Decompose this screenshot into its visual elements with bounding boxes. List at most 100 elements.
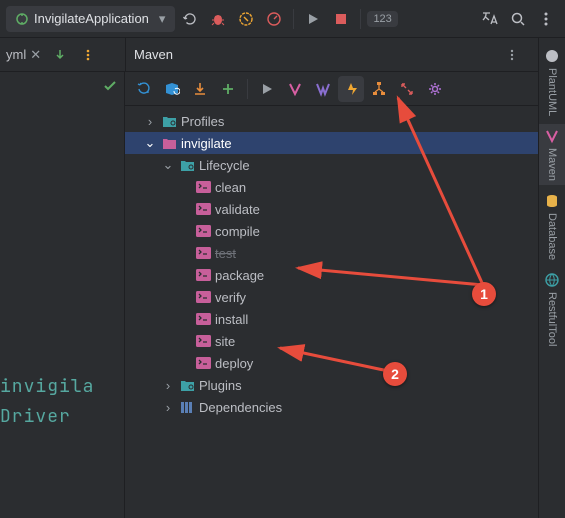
rail-plantuml[interactable]: PlantUML xyxy=(539,44,565,120)
folder-gear-icon xyxy=(179,157,195,173)
right-tool-rail: PlantUML Maven Database RestfulTool xyxy=(538,38,565,518)
run-config-selector[interactable]: InvigilateApplication ▾ xyxy=(6,6,175,32)
tree-label: Plugins xyxy=(199,378,242,393)
run-maven-icon[interactable] xyxy=(254,76,280,102)
rail-database[interactable]: Database xyxy=(539,189,565,264)
editor-text: invigila Driver xyxy=(0,372,94,432)
close-icon[interactable]: ✕ xyxy=(30,47,41,63)
lifecycle-site[interactable]: site xyxy=(125,330,565,352)
rail-label: PlantUML xyxy=(546,68,558,116)
maven-icon xyxy=(544,128,560,144)
chevron-down-icon: ▾ xyxy=(159,11,166,27)
separator xyxy=(360,9,361,29)
tree-node-plugins[interactable]: › Plugins xyxy=(125,374,565,396)
tree-label: test xyxy=(215,246,236,261)
tree-node-lifecycle[interactable]: ⌄ Lifecycle xyxy=(125,154,565,176)
lifecycle-test[interactable]: test xyxy=(125,242,565,264)
collapse-all-icon[interactable] xyxy=(394,76,420,102)
lifecycle-compile[interactable]: compile xyxy=(125,220,565,242)
run-config-name: InvigilateApplication xyxy=(34,11,149,26)
secondary-bar: yml ✕ Maven xyxy=(0,38,565,72)
chevron-right-icon: › xyxy=(161,400,175,415)
main-area: invigila Driver › Profiles ⌄ xyxy=(0,72,565,518)
more-menu-icon[interactable] xyxy=(533,6,559,32)
top-toolbar: InvigilateApplication ▾ 123 xyxy=(0,0,565,38)
run-button[interactable] xyxy=(300,6,326,32)
rail-restful[interactable]: RestfulTool xyxy=(539,268,565,350)
maven-toolbar xyxy=(125,72,565,106)
terminal-icon xyxy=(195,289,211,305)
separator xyxy=(293,9,294,29)
skip-tests-button[interactable] xyxy=(338,76,364,102)
settings-icon[interactable] xyxy=(422,76,448,102)
add-icon[interactable] xyxy=(215,76,241,102)
maven-tree: › Profiles ⌄ invigilate ⌄ Lifecycle clea… xyxy=(125,106,565,422)
folder-icon xyxy=(161,135,177,151)
terminal-icon xyxy=(195,333,211,349)
tree-label: package xyxy=(215,268,264,283)
lifecycle-install[interactable]: install xyxy=(125,308,565,330)
lifecycle-deploy[interactable]: deploy xyxy=(125,352,565,374)
chevron-down-icon: ⌄ xyxy=(161,157,175,173)
rail-maven[interactable]: Maven xyxy=(539,124,565,185)
tree-label: Dependencies xyxy=(199,400,282,415)
lifecycle-verify[interactable]: verify xyxy=(125,286,565,308)
check-icon xyxy=(102,78,118,94)
refresh-icon[interactable] xyxy=(131,76,157,102)
lifecycle-clean[interactable]: clean xyxy=(125,176,565,198)
globe-icon xyxy=(544,272,560,288)
plantuml-icon xyxy=(544,48,560,64)
lifecycle-package[interactable]: package xyxy=(125,264,565,286)
terminal-icon xyxy=(195,267,211,283)
run-config-icon xyxy=(16,13,28,25)
chevron-down-icon: ⌄ xyxy=(143,135,157,151)
tree-label: deploy xyxy=(215,356,253,371)
stop-button[interactable] xyxy=(328,6,354,32)
editor-gutter xyxy=(0,78,124,94)
show-dependencies-icon[interactable] xyxy=(366,76,392,102)
download-arrow-icon[interactable] xyxy=(47,42,73,68)
folder-gear-icon xyxy=(161,113,177,129)
editor-tab-yml[interactable]: yml ✕ xyxy=(2,43,45,67)
separator xyxy=(247,79,248,99)
maven-wrapper-icon[interactable] xyxy=(310,76,336,102)
translate-icon[interactable] xyxy=(477,6,503,32)
database-icon xyxy=(544,193,560,209)
chevron-right-icon: › xyxy=(161,378,175,393)
tree-label: Lifecycle xyxy=(199,158,250,173)
tab-label: yml xyxy=(6,47,26,62)
coverage-icon[interactable] xyxy=(233,6,259,32)
tree-node-dependencies[interactable]: › Dependencies xyxy=(125,396,565,418)
chevron-right-icon: › xyxy=(143,114,157,129)
reload-button[interactable] xyxy=(177,6,203,32)
terminal-icon xyxy=(195,223,211,239)
panel-more-icon[interactable] xyxy=(499,42,525,68)
tree-label: clean xyxy=(215,180,246,195)
download-sources-icon[interactable] xyxy=(187,76,213,102)
terminal-icon xyxy=(195,355,211,371)
tree-node-profiles[interactable]: › Profiles xyxy=(125,110,565,132)
line-indicator[interactable]: 123 xyxy=(367,11,397,27)
editor-column: invigila Driver xyxy=(0,72,125,518)
maven-v-icon[interactable] xyxy=(282,76,308,102)
terminal-icon xyxy=(195,179,211,195)
bug-icon[interactable] xyxy=(205,6,231,32)
tree-label: validate xyxy=(215,202,260,217)
tab-more-icon[interactable] xyxy=(75,42,101,68)
lifecycle-validate[interactable]: validate xyxy=(125,198,565,220)
rail-label: Maven xyxy=(546,148,558,181)
terminal-icon xyxy=(195,201,211,217)
tree-node-project[interactable]: ⌄ invigilate xyxy=(125,132,565,154)
search-icon[interactable] xyxy=(505,6,531,32)
library-icon xyxy=(179,399,195,415)
tree-label: invigilate xyxy=(181,136,232,151)
panel-title: Maven xyxy=(134,47,173,62)
tree-label: site xyxy=(215,334,235,349)
rail-label: Database xyxy=(546,213,558,260)
terminal-icon xyxy=(195,245,211,261)
profiler-icon[interactable] xyxy=(261,6,287,32)
tree-label: install xyxy=(215,312,248,327)
generate-sources-icon[interactable] xyxy=(159,76,185,102)
folder-gear-icon xyxy=(179,377,195,393)
maven-panel-header: Maven xyxy=(125,38,565,71)
